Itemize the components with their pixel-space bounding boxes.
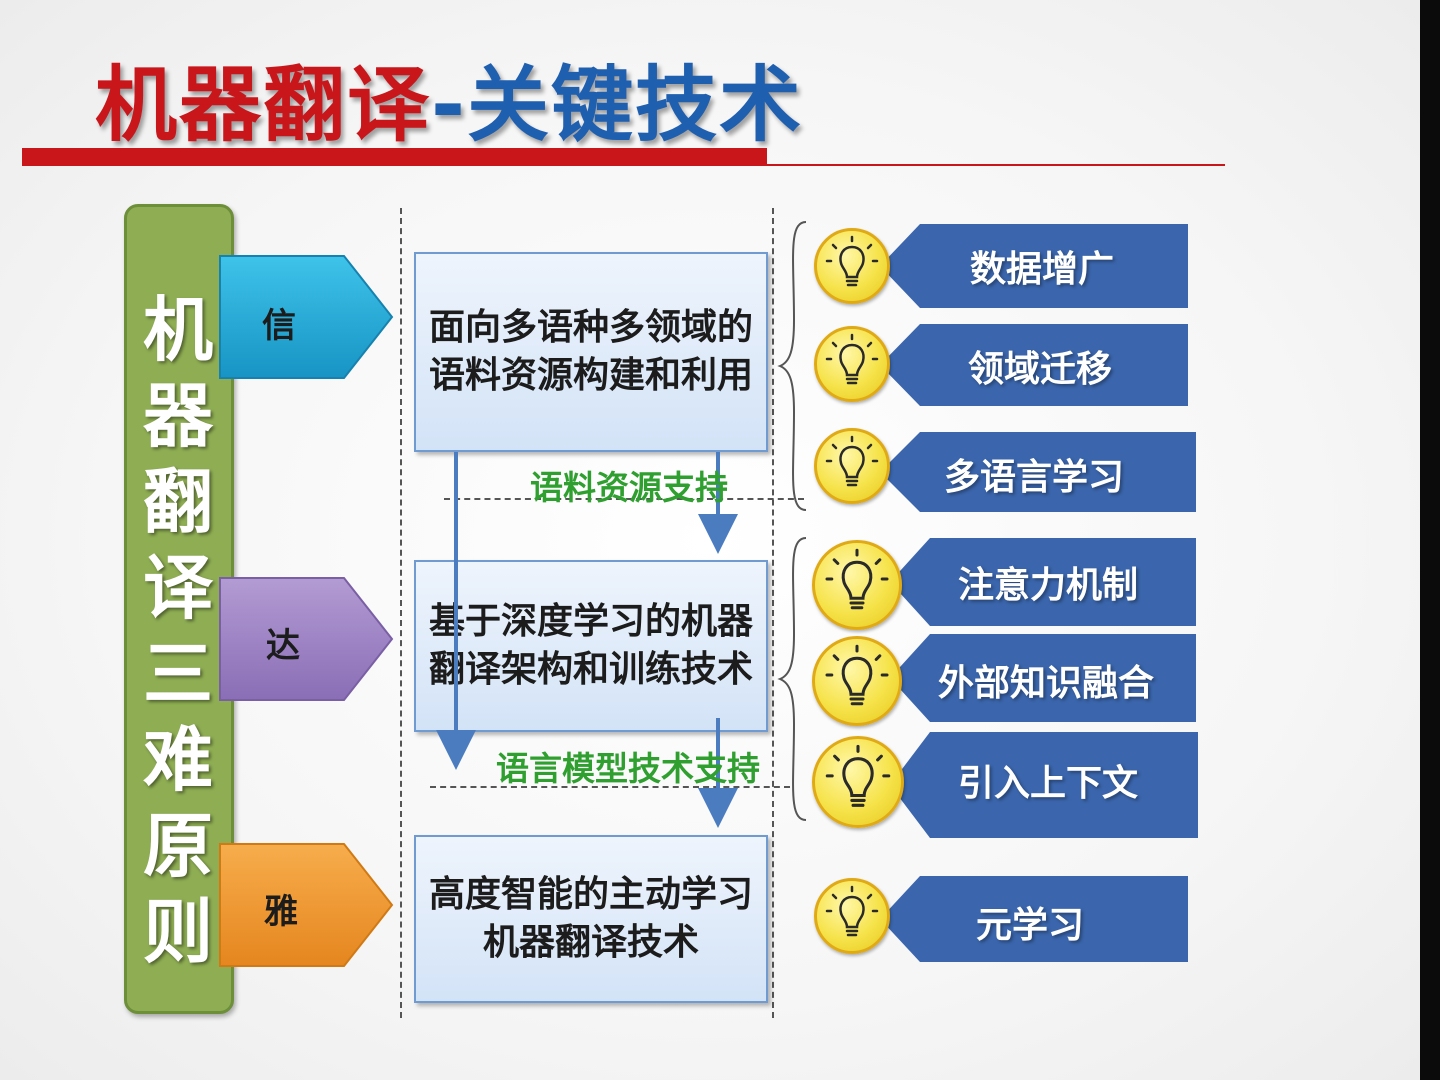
title-underline-bar	[22, 148, 767, 166]
brace-group-1	[777, 221, 807, 511]
lightbulb-icon	[814, 428, 890, 504]
support-label-language-model: 语言模型技术支持	[496, 749, 760, 788]
technique-label: 引入上下文	[958, 763, 1139, 804]
tech-box-corpus: 面向多语种多领域的语料资源构建和利用	[414, 252, 768, 452]
technique-label: 数据增广	[970, 249, 1115, 290]
divider-right	[772, 208, 774, 1018]
title-sub: -关键技术	[431, 58, 804, 153]
technique-label: 外部知识融合	[938, 663, 1155, 704]
lightbulb-icon	[814, 878, 890, 954]
title-main: 机器翻译	[95, 58, 432, 153]
screen-edge	[1420, 0, 1440, 1080]
technique-label: 多语言学习	[944, 457, 1125, 498]
lightbulb-icon	[814, 326, 890, 402]
tech-box-active-learning: 高度智能的主动学习机器翻译技术	[414, 835, 768, 1003]
chevron-ya	[219, 843, 394, 967]
pillar-char: 则	[143, 891, 213, 973]
lightbulb-icon	[812, 540, 902, 630]
lightbulb-icon	[812, 736, 904, 828]
chevron-xin	[219, 255, 394, 379]
principle-label-da: 达	[266, 626, 300, 666]
lightbulb-icon	[812, 636, 902, 726]
title-underline-line	[767, 164, 1225, 166]
divider-left	[400, 208, 402, 1018]
brace-group-2	[777, 537, 807, 821]
tech-box-deep-learning: 基于深度学习的机器翻译架构和训练技术	[414, 560, 768, 732]
principle-label-ya: 雅	[264, 892, 298, 932]
technique-label: 注意力机制	[958, 565, 1139, 606]
chevron-da	[219, 577, 394, 701]
support-label-corpus: 语料资源支持	[530, 468, 728, 507]
principle-label-xin: 信	[262, 306, 296, 346]
slide-title: 机器翻译-关键技术	[95, 38, 803, 157]
technique-label: 元学习	[976, 905, 1085, 946]
technique-label: 领域迁移	[968, 349, 1113, 390]
lightbulb-icon	[814, 228, 890, 304]
